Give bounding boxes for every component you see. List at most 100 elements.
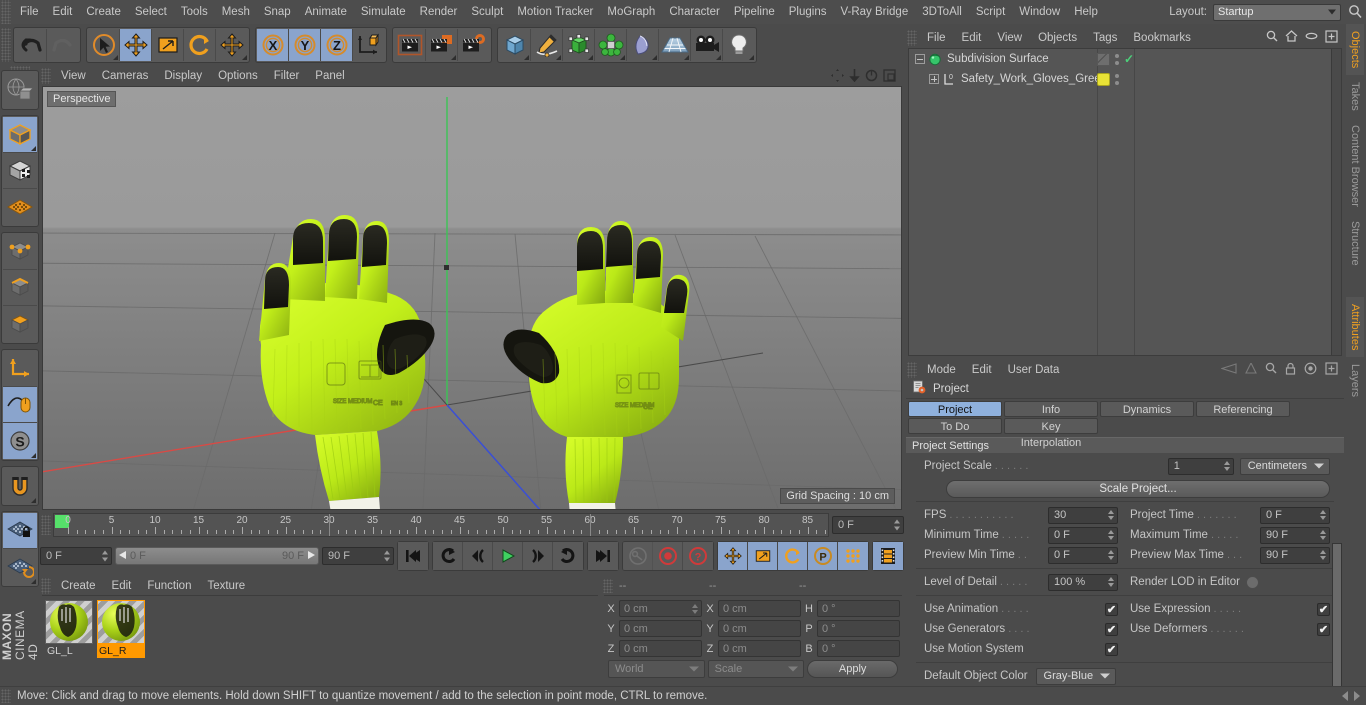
coord-position-x-field[interactable]: 0 cm <box>619 600 702 617</box>
key-parameter-button[interactable]: P <box>808 542 838 570</box>
menu-render[interactable]: Render <box>413 0 465 24</box>
am-menu-edit[interactable]: Edit <box>964 364 1000 376</box>
material-item-gl-l[interactable]: GL_L <box>45 600 93 680</box>
tab-info[interactable]: Info <box>1004 401 1098 417</box>
add-cube-button[interactable] <box>499 29 531 61</box>
viewport-menu-filter[interactable]: Filter <box>266 66 308 86</box>
vtab-layers[interactable]: Layers <box>1346 357 1364 405</box>
enabled-check-icon[interactable]: ✓ <box>1124 52 1134 66</box>
move-tool-button[interactable] <box>120 29 152 61</box>
range-left-arrow-icon[interactable] <box>119 550 127 562</box>
play-button[interactable] <box>493 542 523 570</box>
menu-pipeline[interactable]: Pipeline <box>727 0 782 24</box>
dropdown-project-scale-unit[interactable]: Centimeters <box>1239 457 1330 475</box>
prev-arrow-icon[interactable] <box>1342 691 1348 701</box>
input-maximum-time[interactable]: 90 F <box>1260 526 1330 544</box>
om-menu-bookmarks[interactable]: Bookmarks <box>1125 32 1199 44</box>
menu-mograph[interactable]: MoGraph <box>600 0 662 24</box>
points-mode-button[interactable] <box>3 233 37 270</box>
dropdown-default-object-color[interactable]: Gray-Blue <box>1035 667 1117 685</box>
vtab-attributes[interactable]: Attributes <box>1346 296 1364 358</box>
perspective-viewport[interactable]: Perspective Grid Spacing : 10 cm SIZE ME… <box>42 86 902 510</box>
apply-button[interactable]: Apply <box>807 660 899 678</box>
am-menu-mode[interactable]: Mode <box>919 364 964 376</box>
menu-vray-bridge[interactable]: V-Ray Bridge <box>833 0 915 24</box>
checkbox-use-generators[interactable]: ✔ <box>1105 622 1118 636</box>
add-layer-icon[interactable] <box>1325 29 1338 46</box>
visibility-dots-icon[interactable] <box>1115 53 1119 65</box>
timeline-end-field[interactable]: 90 F <box>322 547 394 565</box>
coord-size-z-field[interactable]: 0 cm <box>718 640 801 657</box>
home-icon[interactable] <box>1285 30 1298 45</box>
move-tool-duplicate-button[interactable] <box>216 29 248 61</box>
viewport-menu-display[interactable]: Display <box>156 66 210 86</box>
menu-3dtoall[interactable]: 3DToAll <box>915 0 969 24</box>
viewport-menu-cameras[interactable]: Cameras <box>94 66 157 86</box>
next-arrow-icon[interactable] <box>1245 361 1257 377</box>
ellipse-icon[interactable] <box>1305 31 1318 44</box>
layout-select[interactable]: Startup <box>1213 3 1341 21</box>
add-environment-button[interactable] <box>659 29 691 61</box>
autokeying-button[interactable] <box>623 542 653 570</box>
visibility-toggle[interactable] <box>1097 52 1110 66</box>
om-menu-objects[interactable]: Objects <box>1030 32 1085 44</box>
menu-script[interactable]: Script <box>969 0 1012 24</box>
make-editable-button[interactable] <box>3 71 37 108</box>
add-deformer-button[interactable] <box>627 29 659 61</box>
step-forward-button[interactable] <box>523 542 553 570</box>
live-selection-button[interactable] <box>88 29 120 61</box>
axis-modify-mode-button[interactable] <box>3 350 37 387</box>
menu-tools[interactable]: Tools <box>174 0 215 24</box>
tab-key-interpolation[interactable]: Key Interpolation <box>1004 418 1098 449</box>
auto-keying-toggle-button[interactable]: ? <box>683 542 713 570</box>
om-menu-tags[interactable]: Tags <box>1085 32 1125 44</box>
vtab-structure[interactable]: Structure <box>1346 213 1364 273</box>
material-tag-swatch[interactable] <box>1097 72 1110 86</box>
input-project-time[interactable]: 0 F <box>1260 506 1330 524</box>
expand-expander-icon[interactable] <box>929 74 939 84</box>
planar-workplane-button[interactable] <box>3 548 37 585</box>
checkbox-render-lod-in-editor[interactable] <box>1245 575 1259 589</box>
search-icon[interactable] <box>1265 362 1277 377</box>
add-camera-button[interactable] <box>691 29 723 61</box>
lock-icon[interactable] <box>1285 362 1296 378</box>
timeline-filmstrip-button[interactable] <box>873 542 903 570</box>
world-object-coordinates-button[interactable] <box>353 29 385 61</box>
previous-key-button[interactable] <box>433 542 463 570</box>
coord-size-y-field[interactable]: 0 cm <box>718 620 801 637</box>
maximize-icon[interactable] <box>883 69 896 85</box>
go-to-start-button[interactable] <box>398 542 428 570</box>
visibility-dots-icon[interactable] <box>1115 73 1119 85</box>
edges-mode-button[interactable] <box>3 269 37 306</box>
viewport-menu-options[interactable]: Options <box>210 66 266 86</box>
material-menu-edit[interactable]: Edit <box>104 580 140 592</box>
menu-simulate[interactable]: Simulate <box>354 0 413 24</box>
object-tree[interactable]: Subdivision Surface ✓ 0 Safety_Work_Glov… <box>908 48 1342 356</box>
input-fps[interactable]: 30 <box>1048 506 1118 524</box>
next-arrow-icon[interactable] <box>1354 691 1360 701</box>
object-tree-row-gloves[interactable]: 0 Safety_Work_Gloves_Green <box>909 69 1341 89</box>
scale-tool-button[interactable] <box>152 29 184 61</box>
rotate-icon[interactable] <box>865 69 878 85</box>
timeline-range-bar[interactable]: 0 F 90 F <box>115 547 319 565</box>
render-view-button[interactable] <box>394 29 426 61</box>
coord-rotation-b-field[interactable]: 0 ° <box>817 640 900 657</box>
menu-select[interactable]: Select <box>128 0 174 24</box>
input-project-scale[interactable]: 1 <box>1167 457 1234 475</box>
menu-create[interactable]: Create <box>79 0 128 24</box>
lock-z-axis-button[interactable]: Z <box>321 29 353 61</box>
coord-rotation-h-field[interactable]: 0 ° <box>817 600 900 617</box>
vtab-takes[interactable]: Takes <box>1346 75 1364 119</box>
material-menu-texture[interactable]: Texture <box>199 580 253 592</box>
magnet-tool-button[interactable] <box>3 467 37 504</box>
lock-workplane-button[interactable] <box>3 512 37 549</box>
viewport-menu-view[interactable]: View <box>53 66 94 86</box>
coord-size-x-field[interactable]: 0 cm <box>718 600 801 617</box>
search-icon[interactable] <box>1348 4 1362 20</box>
viewport-menu-panel[interactable]: Panel <box>307 66 352 86</box>
tab-to-do[interactable]: To Do <box>908 418 1002 434</box>
om-menu-edit[interactable]: Edit <box>954 32 990 44</box>
coord-position-z-field[interactable]: 0 cm <box>619 640 702 657</box>
material-thumbnail[interactable] <box>97 600 145 644</box>
render-to-picture-viewer-button[interactable] <box>426 29 458 61</box>
